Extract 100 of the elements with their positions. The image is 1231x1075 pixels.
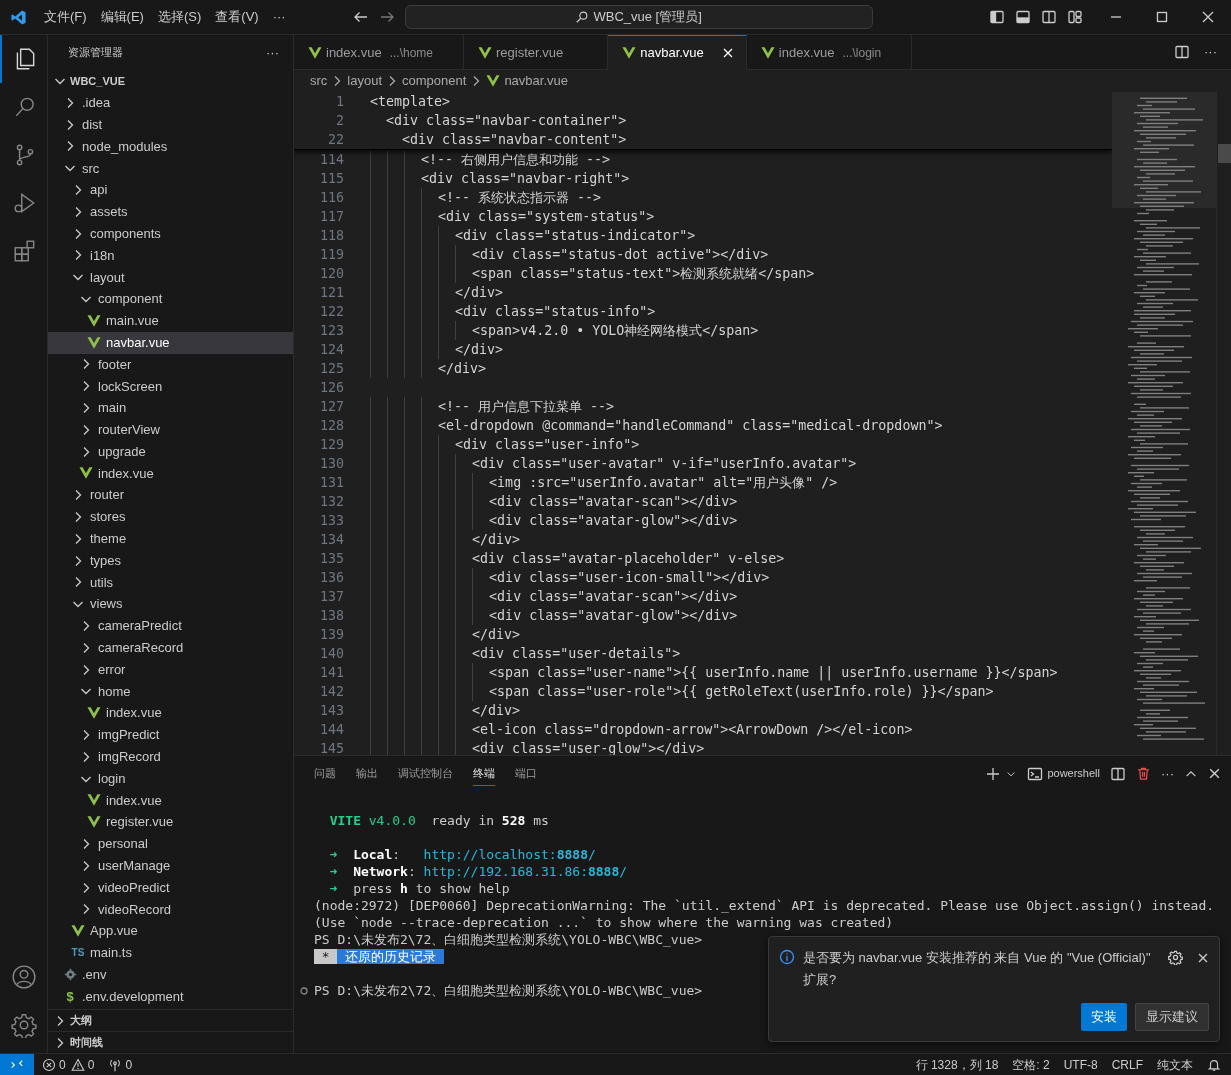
panel-tab[interactable]: 调试控制台 xyxy=(398,761,453,786)
toggle-secondary-sidebar-icon xyxy=(1040,9,1057,25)
tree-item[interactable]: routerView xyxy=(48,418,293,441)
code-line: <div class="user-avatar" v-if="userInfo.avatar"> xyxy=(370,454,857,473)
ports-button[interactable]: 0 xyxy=(108,1055,133,1074)
tree-item[interactable]: theme xyxy=(48,527,293,550)
tree-item[interactable]: stores xyxy=(48,506,293,528)
tree-item[interactable]: .env xyxy=(48,963,293,986)
more-actions-button[interactable]: ··· xyxy=(266,42,279,63)
tree-item[interactable]: App.vue xyxy=(48,920,293,943)
tree-item[interactable]: layout xyxy=(48,266,293,289)
status-item[interactable]: 纯文本 xyxy=(1157,1055,1193,1074)
breadcrumb-item[interactable]: navbar.vue xyxy=(486,71,568,91)
status-item[interactable]: UTF-8 xyxy=(1063,1055,1098,1074)
line-number: 140 xyxy=(318,645,344,663)
show-recommendations-button[interactable]: 显示建议 xyxy=(1135,1003,1209,1031)
tree-item[interactable]: videoPredict xyxy=(48,876,293,899)
breadcrumb-item[interactable]: src xyxy=(310,71,328,91)
tree-item[interactable]: assets xyxy=(48,201,293,223)
line-number: 125 xyxy=(318,360,344,378)
settings-icon xyxy=(1168,950,1183,965)
code-line: <div class="avatar-placeholder" v-else> xyxy=(370,549,785,568)
close-icon xyxy=(1208,767,1221,780)
tree-item[interactable]: api xyxy=(48,179,293,201)
scrollbar-thumb[interactable] xyxy=(1218,144,1231,163)
tree-item[interactable]: home xyxy=(48,680,293,703)
workspace-header[interactable]: WBC_VUE xyxy=(48,70,293,92)
tree-item[interactable]: components xyxy=(48,222,293,245)
code-line: <el-icon class="dropdown-arrow"><ArrowDown /></el-icon> xyxy=(370,720,913,739)
tree-item[interactable]: userManage xyxy=(48,854,293,877)
menu-item[interactable]: 选择(S) xyxy=(150,5,209,29)
tree-item[interactable]: cameraPredict xyxy=(48,615,293,637)
code-line: <span class="status-text">检测系统就绪</span> xyxy=(370,264,815,283)
tree-item[interactable]: upgrade xyxy=(48,440,293,463)
line-number: 117 xyxy=(318,208,344,226)
remote-button[interactable] xyxy=(0,1053,34,1075)
status-item[interactable]: CRLF xyxy=(1111,1055,1143,1074)
tree-item[interactable]: personal xyxy=(48,833,293,855)
menu-item[interactable]: ··· xyxy=(265,5,293,29)
line-number: 130 xyxy=(318,455,344,473)
tree-item[interactable]: cameraRecord xyxy=(48,636,293,659)
tree-item[interactable]: footer xyxy=(48,353,293,376)
settings-icon xyxy=(11,1012,37,1038)
menu-item[interactable]: 文件(F) xyxy=(37,5,94,29)
editor-tab[interactable]: navbar.vue xyxy=(608,35,747,70)
panel-tab[interactable]: 问题 xyxy=(314,761,336,786)
code-line: <!-- 右侧用户信息和功能 --> xyxy=(370,150,611,169)
tree-item[interactable]: views xyxy=(48,593,293,616)
tree-item[interactable]: index.vue xyxy=(48,462,293,485)
status-item[interactable]: 行 1328，列 18 xyxy=(915,1055,999,1074)
code-line: <!-- 用户信息下拉菜单 --> xyxy=(370,397,615,416)
tree-item[interactable]: index.vue xyxy=(48,789,293,812)
tree-item[interactable]: imgRecord xyxy=(48,745,293,768)
tree-item[interactable]: error xyxy=(48,658,293,681)
tree-item[interactable]: navbar.vue xyxy=(48,331,293,354)
status-item[interactable]: 空格: 2 xyxy=(1012,1055,1050,1074)
editor-tab[interactable]: index.vue ...\home xyxy=(294,35,464,70)
menu-item[interactable]: 编辑(E) xyxy=(93,5,151,29)
panel-tab[interactable]: 终端 xyxy=(473,761,495,786)
breadcrumb-item[interactable]: layout xyxy=(347,71,383,91)
tree-item[interactable]: videoRecord xyxy=(48,898,293,921)
tree-item[interactable]: index.vue xyxy=(48,702,293,725)
tree-item[interactable]: TS main.ts xyxy=(48,942,293,964)
editor-tab[interactable]: index.vue ...\login xyxy=(746,35,913,70)
tree-item[interactable]: router xyxy=(48,484,293,507)
tree-item[interactable]: i18n xyxy=(48,244,293,267)
tree-item[interactable]: node_modules xyxy=(48,135,293,158)
tree-item[interactable]: main.vue xyxy=(48,309,293,332)
terminal-name[interactable]: powershell xyxy=(1047,765,1100,782)
panel-tab[interactable]: 端口 xyxy=(515,761,537,786)
tree-item[interactable]: main xyxy=(48,397,293,419)
tree-item[interactable]: login xyxy=(48,767,293,790)
tree-item[interactable]: src xyxy=(48,157,293,180)
tree-item[interactable]: utils xyxy=(48,571,293,594)
breadcrumb-item[interactable]: component xyxy=(402,71,467,91)
line-number: 129 xyxy=(318,436,344,454)
section-header[interactable]: 大纲 xyxy=(48,1009,293,1031)
panel-tab[interactable]: 输出 xyxy=(356,761,378,786)
tree-item[interactable]: lockScreen xyxy=(48,375,293,398)
vue-file-icon xyxy=(71,924,85,939)
more-actions-button[interactable]: ··· xyxy=(1161,763,1174,784)
install-button[interactable]: 安装 xyxy=(1081,1003,1127,1031)
tree-item[interactable]: component xyxy=(48,288,293,310)
code-line: <span class="user-name">{{ userInfo.name || userInfo.username }}</span> xyxy=(370,663,1058,682)
command-center-search[interactable]: WBC_vue [管理员] xyxy=(404,5,873,29)
tree-item[interactable]: imgPredict xyxy=(48,724,293,746)
code-line: <span>v4.2.0 • YOLO神经网络模式</span> xyxy=(370,321,759,340)
menu-item[interactable]: 查看(V) xyxy=(208,5,266,29)
code-line: <el-dropdown @command="handleCommand" class="medical-dropdown"> xyxy=(370,416,943,435)
more-actions-button[interactable]: ··· xyxy=(1204,42,1217,62)
line-number: 2 xyxy=(335,112,344,130)
close-icon xyxy=(1197,951,1209,964)
tree-item[interactable]: types xyxy=(48,549,293,572)
tree-item[interactable]: dist xyxy=(48,113,293,136)
tree-item[interactable]: register.vue xyxy=(48,811,293,834)
problems-button[interactable]: 0 0 xyxy=(42,1055,95,1074)
vue-file-icon xyxy=(79,466,93,481)
code-line: <img :src="userInfo.avatar" alt="用户头像" /> xyxy=(370,473,838,492)
tree-item[interactable]: $ .env.development xyxy=(48,985,293,1008)
tree-item[interactable]: .idea xyxy=(48,92,293,114)
